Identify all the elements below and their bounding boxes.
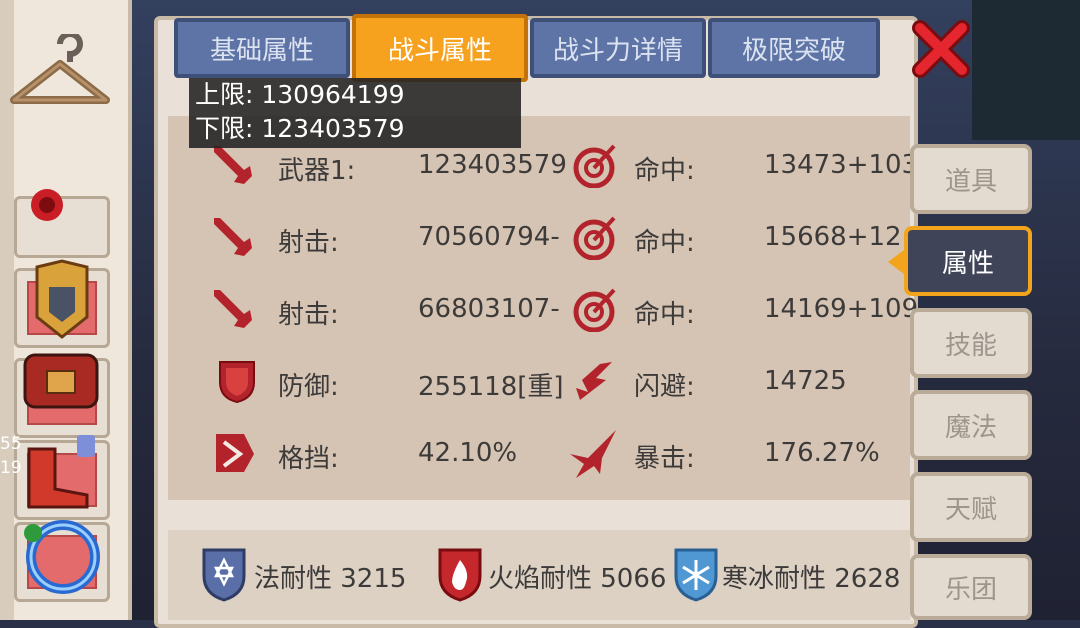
magic-resist-icon [202,548,246,602]
belt-icon [23,353,99,409]
magic-resistance: 法耐性 3215 [254,564,407,594]
fire-resistance: 火焰耐性 5066 [488,564,667,594]
stat-value-critical: 176.27% [764,438,880,468]
menu-magic[interactable]: 魔法 [910,390,1032,460]
stat-label-dodge: 闪避: [634,372,695,402]
fire-resist-icon [438,548,482,602]
sword-icon [214,218,252,256]
side-number: 55 [0,434,22,454]
stat-label-block: 格挡: [278,444,339,474]
sword-icon [214,146,252,184]
equipment-column: 55 19 [0,0,132,620]
stat-value-dodge: 14725 [764,366,847,396]
equip-slot-ring[interactable] [14,520,110,602]
close-icon[interactable] [912,20,970,78]
gold-armor-icon [35,259,89,339]
ice-resistance: 寒冰耐性 2628 [722,564,901,594]
equip-slot-belt[interactable] [14,353,110,438]
stat-value-block: 42.10% [418,438,518,468]
target-icon [573,144,616,188]
menu-band[interactable]: 乐团 [910,554,1032,620]
menu-talent[interactable]: 天赋 [910,472,1032,542]
ice-resist-icon [674,548,718,602]
block-icon [216,434,254,472]
tab-limit-break[interactable]: 极限突破 [708,18,880,78]
stat-value-hit: 15668+12 [764,222,902,252]
critical-icon [570,430,616,478]
shield-icon [219,361,255,404]
menu-skills[interactable]: 技能 [910,308,1032,378]
menu-items[interactable]: 道具 [910,144,1032,214]
stat-value-hit: 13473+103 [764,150,919,180]
stat-label-weapon: 武器1: [278,156,356,186]
equip-slot-armor[interactable] [14,259,110,348]
tab-combat-power-details[interactable]: 战斗力详情 [530,18,706,78]
side-number: 19 [0,458,22,478]
hanger-icon[interactable] [6,34,114,114]
boots-icon [27,435,95,509]
stat-label-shoot: 射击: [278,300,339,330]
stat-label-hit: 命中: [634,300,695,330]
tab-combat-attributes[interactable]: 战斗属性 [352,14,528,82]
stat-value-shoot: 70560794- [418,222,560,252]
tooltip-upper-limit: 上限: 130964199 [195,80,405,109]
red-emblem-icon [31,189,63,221]
stat-label-critical: 暴击: [634,444,695,474]
target-icon [573,216,616,260]
stat-value-shoot: 66803107- [418,294,560,324]
stat-value-defense: 255118[重] [418,372,564,402]
ring-icon [24,520,100,594]
stat-label-hit: 命中: [634,156,695,186]
stat-value-hit: 14169+109 [764,294,919,324]
stat-label-hit: 命中: [634,228,695,258]
stat-value-weapon: 123403579 [418,150,567,180]
panel-divider [168,500,910,530]
equip-slot-boots[interactable] [14,435,110,520]
equip-slot-helmet[interactable] [14,189,110,258]
stat-label-defense: 防御: [278,372,339,402]
target-icon [573,288,616,332]
dodge-arrow-icon [576,362,612,400]
damage-range-tooltip: 上限: 130964199 下限: 123403579 [189,78,521,148]
active-menu-pointer [888,250,904,274]
sword-icon [214,290,252,328]
stat-label-shoot: 射击: [278,228,339,258]
tab-basic-attributes[interactable]: 基础属性 [174,18,350,78]
tooltip-lower-limit: 下限: 123403579 [195,114,405,143]
menu-attributes[interactable]: 属性 [904,226,1032,296]
background-scenery [972,0,1080,140]
